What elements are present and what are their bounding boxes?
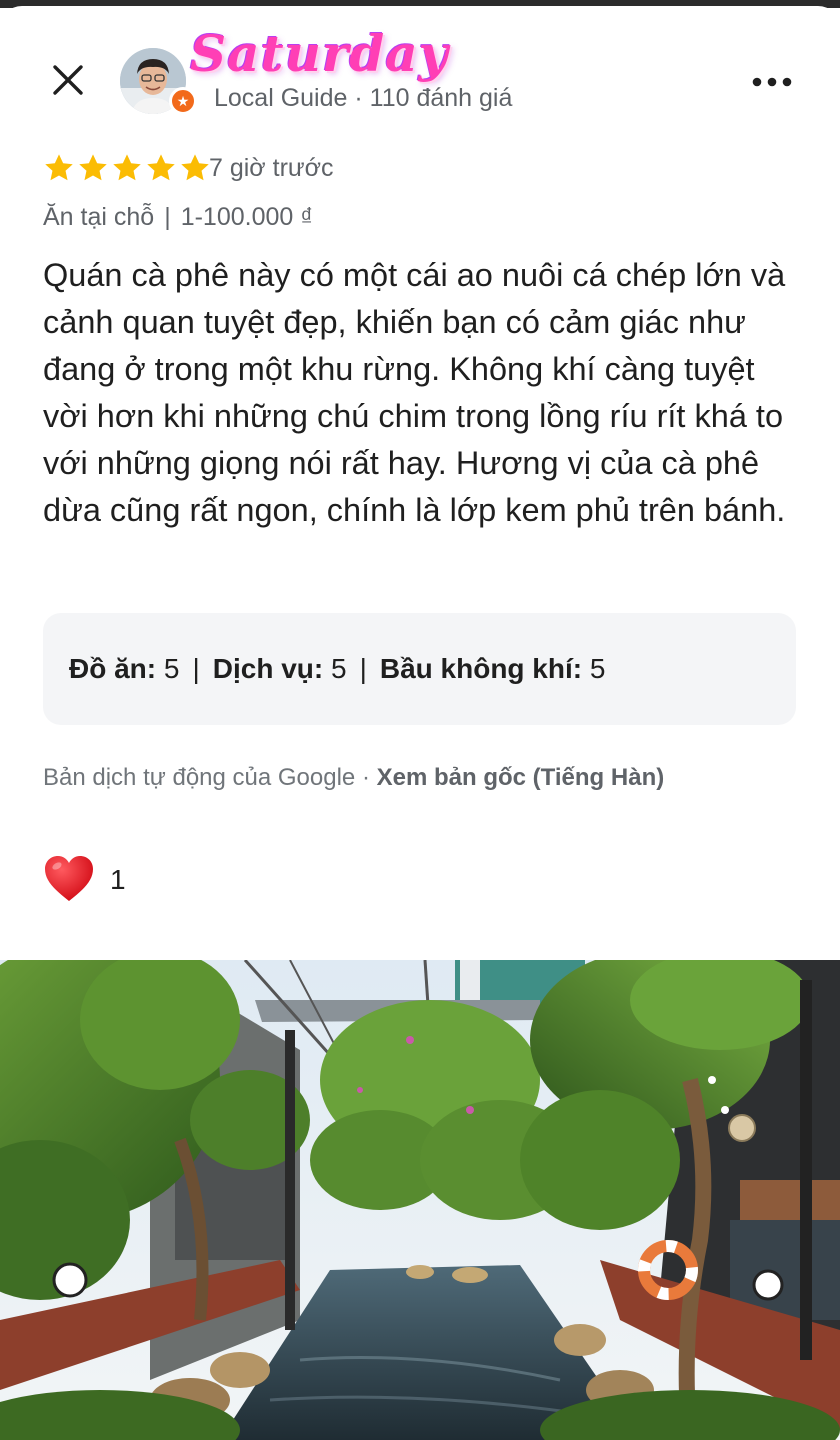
divider: |: [164, 203, 171, 231]
close-button[interactable]: [44, 56, 92, 104]
sub-ratings-row: Đồ ăn: 5 | Dịch vụ: 5 | Bầu không khí: 5: [69, 649, 605, 689]
translation-label: Bản dịch tự động của Google ·: [43, 764, 370, 791]
service-label: Dịch vụ:: [212, 653, 324, 684]
star-icon: [147, 154, 175, 181]
star-icon: [113, 154, 141, 181]
close-icon: [53, 65, 83, 95]
dining-mode: Ăn tại chỗ: [43, 203, 155, 231]
like-button[interactable]: [43, 854, 95, 904]
like-count: 1: [110, 864, 126, 895]
heart-icon: [45, 856, 93, 901]
food-label: Đồ ăn:: [69, 653, 157, 684]
star-icon: [181, 154, 209, 181]
divider: |: [359, 653, 367, 684]
service-value: 5: [331, 653, 347, 684]
review-text: Quán cà phê này có một cái ao nuôi cá ch…: [43, 257, 786, 528]
star-icon: [79, 154, 107, 181]
more-horiz-icon: [752, 77, 792, 87]
atmosphere-value: 5: [589, 653, 606, 684]
sub-ratings-box: Đồ ăn: 5 | Dịch vụ: 5 | Bầu không khí: 5: [43, 613, 796, 725]
service-info: Ăn tại chỗ | 1-100.000 ₫: [43, 200, 313, 234]
translation-note: Bản dịch tự động của Google · Xem bản gố…: [43, 762, 664, 794]
divider: |: [192, 653, 200, 684]
food-value: 5: [163, 653, 180, 684]
more-options-button[interactable]: [748, 64, 796, 100]
star-icon: [45, 154, 73, 181]
see-original-link[interactable]: Xem bản gốc (Tiếng Hàn): [377, 764, 665, 791]
reviewer-name[interactable]: Saturday: [190, 14, 449, 94]
star-rating: [43, 152, 211, 184]
atmosphere-label: Bầu không khí:: [379, 653, 583, 684]
review-photo[interactable]: [0, 960, 840, 1440]
reviewer-meta: Local Guide · 110 đánh giá: [214, 84, 513, 112]
review-time: 7 giờ trước: [209, 154, 334, 182]
price-range: 1-100.000 ₫: [180, 203, 314, 231]
